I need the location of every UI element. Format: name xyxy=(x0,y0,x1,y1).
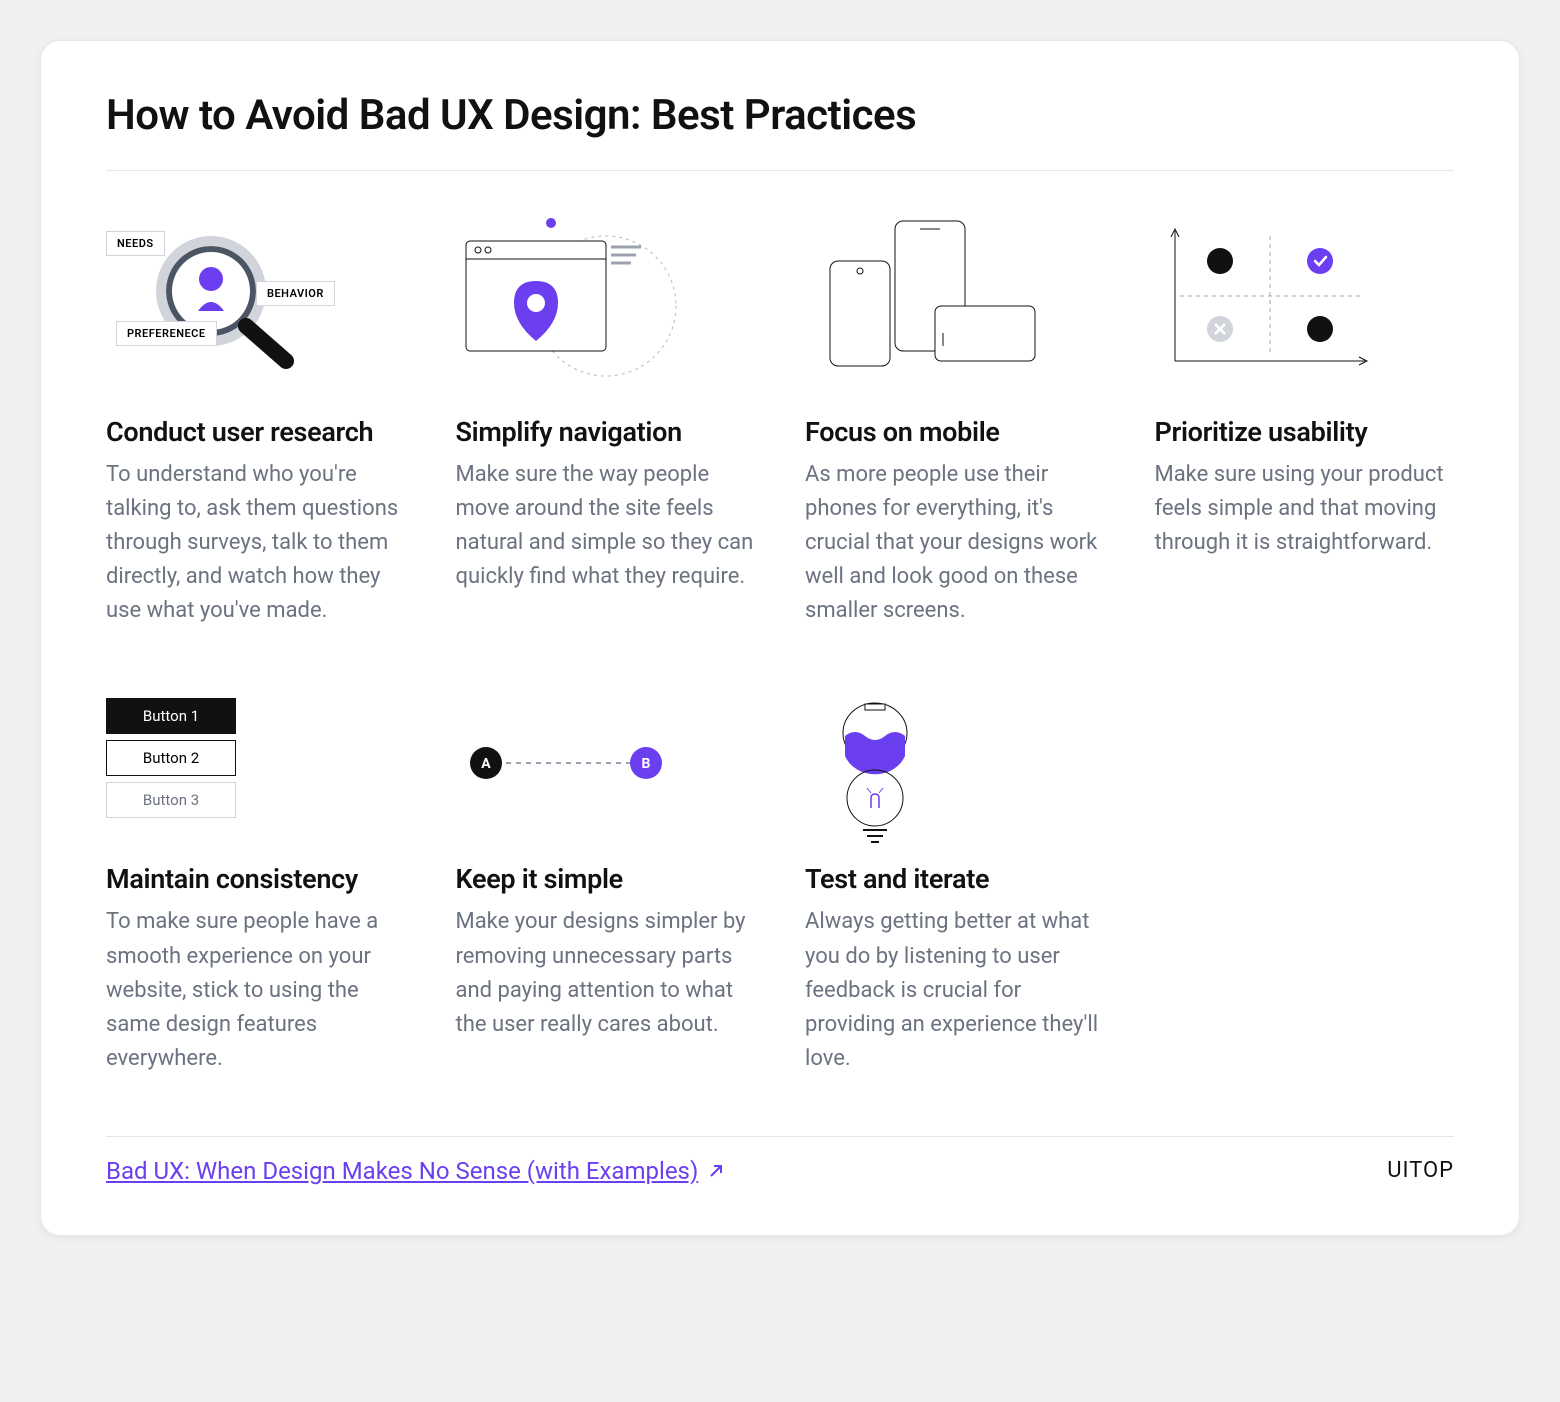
example-button-3: Button 3 xyxy=(106,782,236,818)
page-title: How to Avoid Bad UX Design: Best Practic… xyxy=(106,91,1454,140)
footer-link-text: Bad UX: When Design Makes No Sense (with… xyxy=(106,1157,698,1185)
devices-icon xyxy=(805,211,1065,381)
card-heading: Test and iterate xyxy=(805,863,1105,895)
a-to-b-icon: A B xyxy=(456,733,676,793)
practice-card-iterate: Test and iterate Always getting better a… xyxy=(805,698,1105,1075)
content-card: How to Avoid Bad UX Design: Best Practic… xyxy=(40,40,1520,1236)
example-button-1: Button 1 xyxy=(106,698,236,734)
card-body: Make sure using your product feels simpl… xyxy=(1155,458,1455,560)
consistency-illustration: Button 1 Button 2 Button 3 xyxy=(106,698,406,828)
card-heading: Prioritize usability xyxy=(1155,416,1455,448)
node-a: A xyxy=(481,756,491,772)
simple-illustration: A B xyxy=(456,698,756,828)
card-footer: Bad UX: When Design Makes No Sense (with… xyxy=(106,1136,1454,1185)
practice-card-consistency: Button 1 Button 2 Button 3 Maintain cons… xyxy=(106,698,406,1075)
navigation-illustration xyxy=(456,211,756,381)
tag-preference: PREFERENECE xyxy=(116,321,217,346)
brand-label: UITOP xyxy=(1387,1158,1454,1183)
iterate-illustration xyxy=(805,698,1105,828)
practice-card-navigation: Simplify navigation Make sure the way pe… xyxy=(456,211,756,628)
external-link-icon xyxy=(706,1161,726,1181)
flask-bulb-icon xyxy=(805,698,945,848)
card-heading: Focus on mobile xyxy=(805,416,1105,448)
card-body: As more people use their phones for ever… xyxy=(805,458,1105,628)
card-body: Make sure the way people move around the… xyxy=(456,458,756,594)
quadrant-chart-icon xyxy=(1155,211,1385,381)
empty-cell xyxy=(1155,698,1455,1075)
divider xyxy=(106,170,1454,171)
card-heading: Keep it simple xyxy=(456,863,756,895)
card-body: Make your designs simpler by removing un… xyxy=(456,905,756,1041)
tag-needs: NEEDS xyxy=(106,231,165,256)
card-heading: Conduct user research xyxy=(106,416,406,448)
usability-illustration xyxy=(1155,211,1455,381)
card-body: To make sure people have a smooth experi… xyxy=(106,905,406,1075)
research-illustration: NEEDS BEHAVIOR PREFERENECE xyxy=(106,211,406,381)
card-heading: Maintain consistency xyxy=(106,863,406,895)
card-body: To understand who you're talking to, ask… xyxy=(106,458,406,628)
practice-card-research: NEEDS BEHAVIOR PREFERENECE Conduct user … xyxy=(106,211,406,628)
footer-link[interactable]: Bad UX: When Design Makes No Sense (with… xyxy=(106,1157,726,1185)
tag-behavior: BEHAVIOR xyxy=(256,281,335,306)
card-body: Always getting better at what you do by … xyxy=(805,905,1105,1075)
card-heading: Simplify navigation xyxy=(456,416,756,448)
mobile-illustration xyxy=(805,211,1105,381)
practice-card-mobile: Focus on mobile As more people use their… xyxy=(805,211,1105,628)
browser-pin-icon xyxy=(456,211,736,381)
node-b: B xyxy=(641,756,650,772)
practice-grid: NEEDS BEHAVIOR PREFERENECE Conduct user … xyxy=(106,211,1454,1076)
practice-card-simple: A B Keep it simple Make your designs sim… xyxy=(456,698,756,1075)
practice-card-usability: Prioritize usability Make sure using you… xyxy=(1155,211,1455,628)
example-button-2: Button 2 xyxy=(106,740,236,776)
